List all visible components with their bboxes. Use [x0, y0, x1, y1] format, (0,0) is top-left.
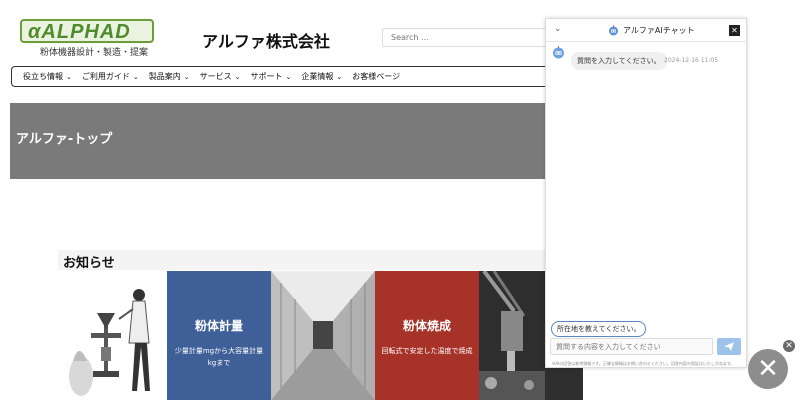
chevron-down-icon: ⌄	[66, 72, 72, 81]
nav-item-customer[interactable]: お客様ページ	[352, 71, 400, 82]
company-logo[interactable]: αALPHAD 粉体機器設計・製造・提案	[20, 19, 154, 58]
chevron-down-icon: ⌄	[285, 72, 292, 81]
nav-item-label: サポート	[250, 72, 283, 81]
scientist-illustration-icon	[69, 289, 150, 396]
tile-heading: 粉体計量	[194, 319, 243, 333]
tile-powder-firing[interactable]: 粉体焼成 回転式で安定した温度で焼成	[375, 271, 479, 400]
nav-item-company[interactable]: 企業情報 ⌄	[301, 71, 342, 82]
close-icon: ✕	[785, 341, 793, 351]
tile-corridor[interactable]	[271, 271, 375, 400]
chevron-down-icon: ⌄	[132, 72, 139, 81]
chat-toggle-close-button[interactable]: ✕	[748, 349, 788, 389]
close-icon: ✕	[757, 354, 779, 384]
nav-item-label: サービス	[199, 72, 232, 81]
message-timestamp: 2024-12-16 11:05	[664, 57, 719, 64]
main-nav: 役立ち情報 ⌄ ご利用ガイド ⌄ 製品案内 ⌄ サービス ⌄ サポート ⌄ 企業情報 ⌄ お…	[11, 66, 551, 87]
tile-heading: 粉体焼成	[402, 319, 451, 333]
company-name: アルファ株式会社	[202, 32, 330, 51]
send-button[interactable]	[717, 338, 741, 355]
chat-message-input[interactable]	[550, 338, 713, 355]
chat-title: アルファAIチャット	[608, 25, 695, 36]
chevron-down-icon: ⌄	[183, 72, 190, 81]
suggestion-chip[interactable]: 所在地を教えてください。	[551, 321, 647, 337]
logo-badge: αALPHAD	[20, 19, 154, 43]
machine-photo-icon	[479, 271, 545, 400]
page: αALPHAD 粉体機器設計・製造・提案 アルファ株式会社 役立ち情報⌄ ご利用…	[0, 0, 800, 400]
logo-text: αALPHAD	[28, 21, 131, 43]
dismiss-button[interactable]: ✕	[783, 340, 795, 352]
news-title: お知らせ	[63, 256, 115, 271]
ai-chat-panel: ⌄ アルファAIチャット ✕ 質問を入力してください。 2024-12-16 1	[545, 18, 747, 368]
news-tiles: 粉体計量 少量計量mgから大容量計量kgまで 粉体焼成 回転式で安定した温度で焼…	[63, 271, 583, 400]
chat-disclaimer: ※AIの回答は参考情報です。正確な情報はお問い合わせください。回答内容の保証はい…	[552, 361, 735, 366]
chat-title-text: アルファAIチャット	[623, 26, 695, 35]
logo-tagline: 粉体機器設計・製造・提案	[40, 48, 149, 58]
chevron-down-icon: ⌄	[336, 72, 343, 81]
robot-icon	[609, 25, 618, 36]
search-input[interactable]	[382, 28, 548, 47]
chevron-down-icon: ⌄	[234, 72, 241, 81]
tile-body: 少量計量mgから大容量計量kgまで	[174, 347, 264, 367]
bot-avatar-icon	[553, 46, 564, 59]
tile-body: 回転式で安定した温度で焼成	[381, 347, 473, 355]
nav-item-label: 役立ち情報	[23, 72, 63, 81]
nav-item-guide[interactable]: ご利用ガイド ⌄	[82, 71, 139, 82]
chat-header: ⌄ アルファAIチャット ✕	[546, 19, 746, 42]
nav-item-tips[interactable]: 役立ち情報 ⌄	[23, 71, 72, 82]
bot-message: 質問を入力してください。	[571, 52, 667, 70]
tile-powder-weighing[interactable]: 粉体計量 少量計量mgから大容量計量kgまで	[167, 271, 271, 400]
send-icon	[724, 342, 734, 351]
hero-banner: アルファ-トップ	[10, 103, 550, 179]
news-header-bar	[58, 250, 550, 270]
nav-item-label: お客様ページ	[352, 72, 401, 81]
chevron-down-icon[interactable]: ⌄	[554, 24, 562, 34]
nav-item-label: ご利用ガイド	[81, 72, 130, 81]
hero-title: アルファ-トップ	[16, 132, 113, 147]
tile-scientist[interactable]	[63, 271, 167, 400]
corridor-photo-icon	[271, 271, 375, 400]
nav-item-label: 企業情報	[301, 72, 334, 81]
chat-close-button[interactable]: ✕	[729, 25, 740, 36]
nav-item-products[interactable]: 製品案内 ⌄	[149, 71, 190, 82]
nav-item-services[interactable]: サービス ⌄	[200, 71, 241, 82]
nav-item-label: 製品案内	[148, 72, 181, 81]
nav-item-support[interactable]: サポート ⌄	[251, 71, 292, 82]
